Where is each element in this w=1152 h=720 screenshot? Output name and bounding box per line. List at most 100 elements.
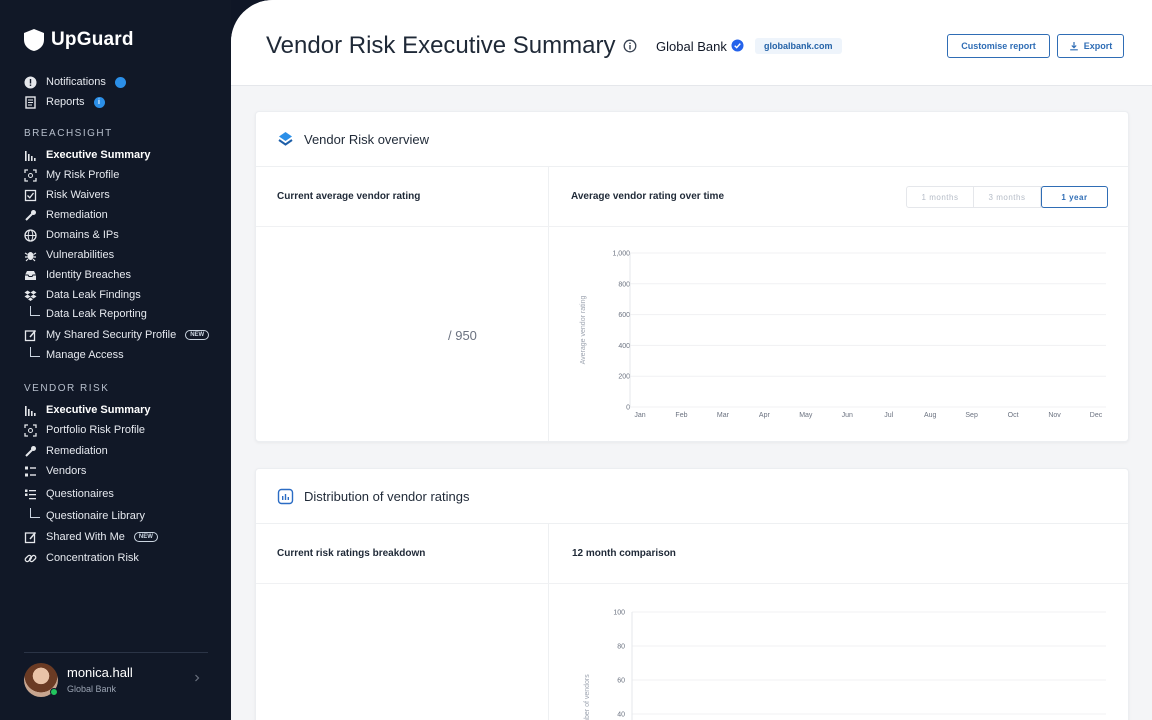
export-button[interactable]: Export xyxy=(1057,34,1124,58)
download-icon xyxy=(1069,42,1078,51)
info-icon[interactable] xyxy=(623,39,637,53)
logo-text: UpGuard xyxy=(51,29,134,50)
chart-box-icon xyxy=(277,488,294,504)
link-icon xyxy=(24,552,37,565)
sidebar-item-questionaires[interactable]: Questionaires xyxy=(24,486,114,502)
sidebar-item-manage-access[interactable]: Manage Access xyxy=(30,347,124,363)
list-check-icon xyxy=(24,488,37,501)
customise-report-button[interactable]: Customise report xyxy=(947,34,1050,58)
upguard-layers-icon xyxy=(278,131,293,146)
y-tick-label: 60 xyxy=(617,678,625,685)
sidebar-item-vulnerabilities[interactable]: Vulnerabilities xyxy=(24,247,114,263)
x-tick-label: Dec xyxy=(1090,412,1103,419)
sidebar-item-vendors[interactable]: Vendors xyxy=(24,463,86,479)
sidebar-item-identity-breaches[interactable]: Identity Breaches xyxy=(24,267,131,283)
sidebar-item-label: Questionaire Library xyxy=(46,510,146,522)
alert-icon xyxy=(24,76,37,89)
sidebar-item-my-risk-profile[interactable]: My Risk Profile xyxy=(24,167,119,183)
range-1-months[interactable]: 1 months xyxy=(907,187,974,207)
sidebar-item-vendor-remediation[interactable]: Remediation xyxy=(24,443,108,459)
x-tick-label: Mar xyxy=(717,412,730,419)
sidebar-item-label: Concentration Risk xyxy=(46,552,139,564)
subheader-divider xyxy=(256,226,1128,227)
sidebar-item-label: Portfolio Risk Profile xyxy=(46,424,146,436)
list-icon xyxy=(24,465,37,478)
sidebar-item-label: Remediation xyxy=(46,209,108,221)
new-badge: NEW xyxy=(185,330,210,340)
sidebar-item-questionaire-library[interactable]: Questionaire Library xyxy=(30,508,145,524)
sidebar-item-notifications[interactable]: Notifications xyxy=(24,74,126,90)
rating-over-time-chart: 0 200 400 600 800 1,000 Jan Feb Mar Apr May Jun Jul A… xyxy=(580,251,1106,419)
profile-org: Global Bank xyxy=(67,684,117,694)
sidebar-item-portfolio-risk-profile[interactable]: Portfolio Risk Profile xyxy=(24,422,145,438)
sidebar-item-label: Data Leak Findings xyxy=(46,289,141,301)
vendor-distribution-chart: 40 60 80 100 Number of vendors xyxy=(584,610,1106,720)
x-tick-label: Jul xyxy=(884,412,893,419)
upguard-logo[interactable]: UpGuard xyxy=(23,28,134,52)
sidebar-item-label: Risk Waivers xyxy=(46,189,110,201)
tree-elbow xyxy=(30,347,40,357)
section-label-breachsight: BREACHSIGHT xyxy=(24,128,113,139)
x-tick-label: Nov xyxy=(1048,412,1061,419)
sidebar-item-risk-waivers[interactable]: Risk Waivers xyxy=(24,187,110,203)
sidebar-item-domains-ips[interactable]: Domains & IPs xyxy=(24,227,119,243)
tree-elbow xyxy=(30,306,40,316)
sidebar-item-executive-summary[interactable]: Executive Summary xyxy=(24,147,151,163)
bar-chart-icon xyxy=(24,404,37,417)
bar-chart-icon xyxy=(24,149,37,162)
document-icon xyxy=(24,95,37,109)
y-tick-label: 40 xyxy=(617,712,625,719)
export-label: Export xyxy=(1083,41,1113,51)
y-axis-title: Average vendor rating xyxy=(580,296,587,365)
sidebar-item-label: My Shared Security Profile xyxy=(46,329,177,341)
sidebar-item-reports[interactable]: Notifications Reports i xyxy=(24,94,105,110)
x-tick-label: Sep xyxy=(965,412,978,419)
distribution-card: Distribution of vendor ratings Current r… xyxy=(255,468,1129,720)
new-badge: NEW xyxy=(133,532,158,542)
sidebar-item-label: Reports xyxy=(46,96,85,108)
sidebar: UpGuard Notifications Notifications Repo… xyxy=(0,0,231,720)
sidebar-item-label: Remediation xyxy=(46,445,108,457)
org-name: Global Bank xyxy=(656,39,727,54)
y-axis-title: Number of vendors xyxy=(584,674,591,720)
y-tick-label: 0 xyxy=(626,405,630,412)
range-3-months[interactable]: 3 months xyxy=(974,187,1041,207)
x-tick-label: Jun xyxy=(842,412,853,419)
sidebar-item-shared-with-me[interactable]: Shared With Me NEW xyxy=(24,529,158,545)
sidebar-item-remediation[interactable]: Remediation xyxy=(24,207,108,223)
main-content: Vendor Risk Executive Summary Global Ban… xyxy=(231,0,1152,720)
sidebar-item-concentration-risk[interactable]: Concentration Risk xyxy=(24,550,139,566)
sidebar-item-data-leak-reporting[interactable]: Data Leak Reporting xyxy=(30,306,147,322)
y-tick-label: 200 xyxy=(618,374,630,381)
sidebar-item-label: Questionaires xyxy=(46,488,114,500)
chevron-right-icon[interactable] xyxy=(193,674,201,682)
y-tick-label: 80 xyxy=(617,644,625,651)
dropbox-icon xyxy=(24,289,37,302)
sidebar-item-data-leak-findings[interactable]: Data Leak Findings xyxy=(24,287,141,303)
sidebar-item-label: Manage Access xyxy=(46,349,124,361)
sidebar-item-label: Executive Summary xyxy=(46,404,151,416)
profile-name[interactable]: monica.hall xyxy=(67,665,133,680)
reports-badge: i xyxy=(93,96,105,108)
sidebar-item-my-shared-security-profile[interactable]: My Shared Security Profile NEW xyxy=(24,327,210,343)
sidebar-item-vendor-executive-summary[interactable]: Executive Summary xyxy=(24,402,151,418)
inbox-icon xyxy=(24,269,37,282)
domain-pill[interactable]: globalbank.com xyxy=(755,38,842,54)
y-tick-label: 800 xyxy=(618,281,630,288)
x-tick-label: Aug xyxy=(924,412,937,419)
shield-logo-icon xyxy=(24,29,44,51)
sidebar-item-label: Vendors xyxy=(46,465,87,477)
sidebar-item-label: Domains & IPs xyxy=(46,229,119,241)
time-range-toggle: 1 months 3 months 1 year xyxy=(906,186,1108,208)
verified-icon xyxy=(731,39,744,52)
edit-icon xyxy=(24,531,37,544)
online-status-dot xyxy=(50,688,58,696)
card-header: Vendor Risk overview xyxy=(256,112,1128,167)
y-tick-label: 1,000 xyxy=(612,251,630,258)
y-tick-label: 600 xyxy=(618,312,630,319)
globe-icon xyxy=(24,228,37,242)
range-1-year[interactable]: 1 year xyxy=(1041,186,1108,208)
notification-badge xyxy=(114,76,126,88)
rating-over-time-label: Average vendor rating over time xyxy=(571,191,725,202)
x-tick-label: Jan xyxy=(634,412,645,419)
